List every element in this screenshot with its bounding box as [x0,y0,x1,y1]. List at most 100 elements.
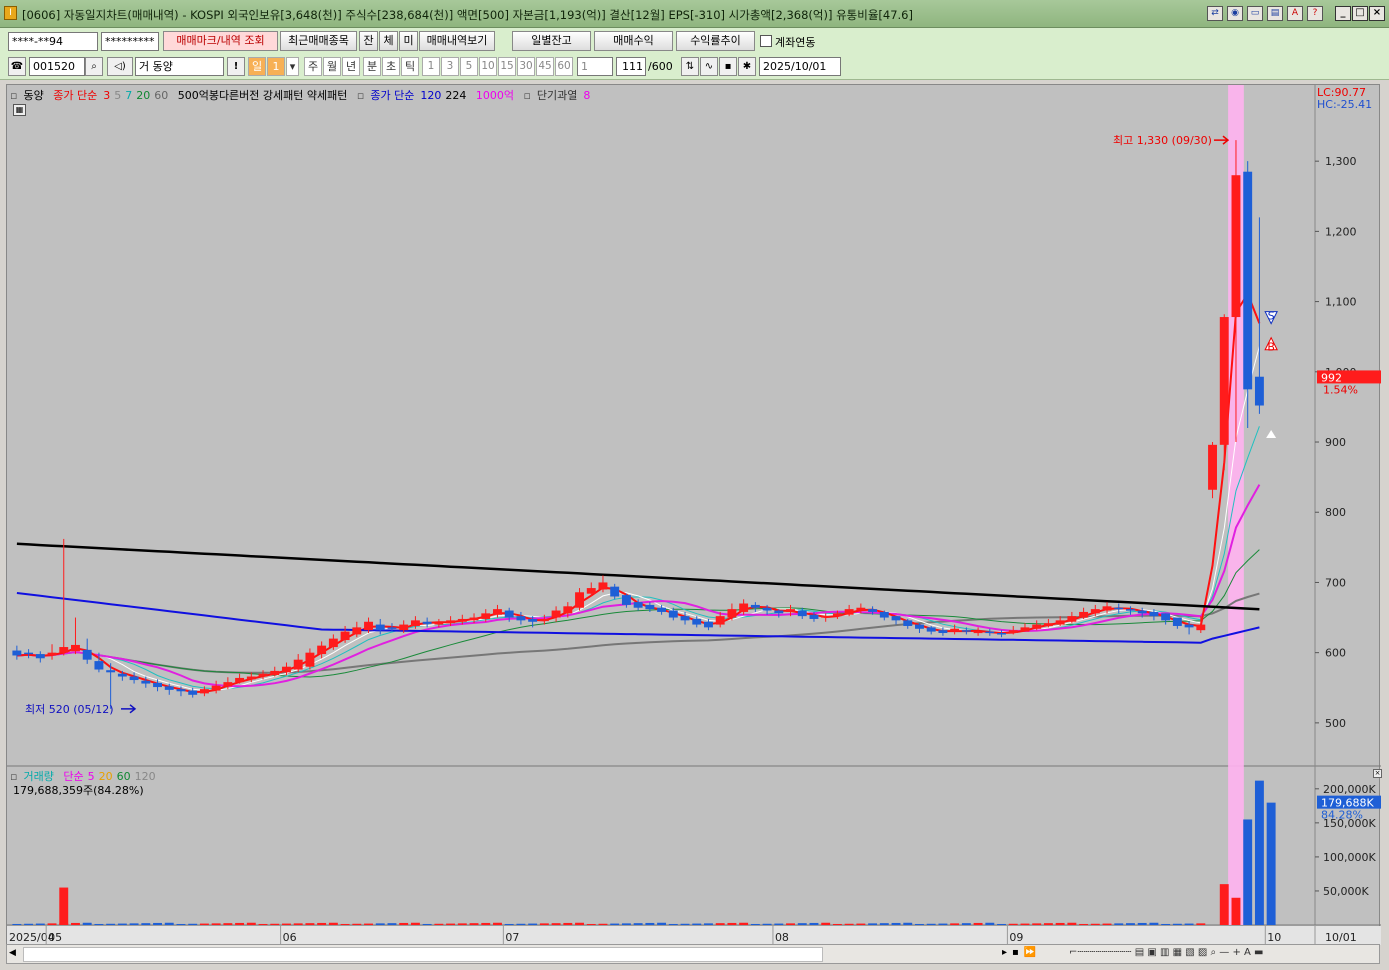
phone-icon[interactable]: ☎ [8,57,26,76]
volume-bar [950,923,960,925]
interval-1[interactable]: 1 [422,57,440,76]
alert-icon[interactable]: ! [227,57,245,76]
bottom-scrollbar[interactable]: ◀ ▸▪⏩ ⌐┄┄┄┄┄┄┄┄┄ ▤ ▣ ▥ ▦ ▧ ▨ ⌕ — + A ▬ [6,944,1380,964]
legend-pattern: 500억봉다른버전 강세패턴 약세패턴 [177,89,348,102]
period-week[interactable]: 주 [304,57,322,76]
candle-body [1149,611,1159,617]
candle-body [504,610,514,618]
volume-bar [516,923,526,925]
period-year[interactable]: 년 [342,57,360,76]
zoom-tools[interactable]: ⌐┄┄┄┄┄┄┄┄┄ ▤ ▣ ▥ ▦ ▧ ▨ ⌕ — + A ▬ [1069,947,1264,958]
candle-body [188,690,198,695]
help-icon[interactable]: ? [1307,6,1323,21]
interval-select[interactable]: 1 [577,57,613,76]
interval-3[interactable]: 3 [441,57,459,76]
ma10-line [16,484,1261,688]
speaker-icon[interactable]: ◁) [107,57,133,76]
link-icon[interactable]: ⇄ [1207,6,1223,21]
period-minute[interactable]: 분 [363,57,381,76]
stock-name-field[interactable]: 거 동양 [135,57,224,76]
candle-body [715,616,725,625]
candle-body [879,611,889,618]
chart-area[interactable]: 1,3001,2001,1001,000900800700600500200,0… [6,84,1382,945]
account-link-checkbox[interactable] [760,35,772,47]
count-input[interactable]: 111 [616,57,646,76]
candle-body [1102,606,1112,611]
period-day[interactable]: 일 [248,57,266,76]
period-day-n[interactable]: 1 [267,57,285,76]
xtick-label: 10/01 [1325,931,1357,944]
recent-trades-button[interactable]: 최근매매종목 [280,31,357,51]
volume-bar [832,923,842,925]
candle-body [539,618,549,622]
date-input[interactable]: 2025/10/01 [759,57,841,76]
che-button[interactable]: 체 [379,31,398,51]
return-trend-button[interactable]: 수익률추이 [676,31,755,51]
candle-body [1161,613,1171,621]
volume-bar [657,922,667,925]
period-tick[interactable]: 틱 [401,57,419,76]
volume-bar [1184,923,1194,925]
toolbar-account: ****-**94 ********* 매매마크/내역 조회 최근매매종목 잔 … [0,28,1389,54]
toolbar-symbol: ☎ 001520 ⌕ ◁) 거 동양 ! 일 1 ▾ 주 월 년 분 초 틱 1… [0,54,1389,80]
chevron-down-icon[interactable]: ▾ [286,57,299,76]
mi-button[interactable]: 미 [399,31,418,51]
candle-body [891,616,901,621]
interval-15[interactable]: 15 [498,57,516,76]
candle-body [832,613,842,617]
interval-60[interactable]: 60 [555,57,573,76]
trade-marks-button[interactable]: 매매마크/내역 조회 [163,31,278,51]
volume-bar [645,922,655,925]
close-icon[interactable]: × [1369,6,1385,21]
volume-bar [457,923,467,925]
interval-10[interactable]: 10 [479,57,497,76]
candle-body [1032,624,1042,629]
candle-body [762,607,772,611]
panel-close-icon[interactable]: × [1373,769,1382,778]
font-icon[interactable]: A [1287,6,1303,21]
volume-bar [1114,923,1124,925]
volume-bar [879,923,889,925]
scroll-thumb[interactable] [23,947,823,962]
volume-bar [809,922,819,925]
daily-balance-button[interactable]: 일별잔고 [512,31,591,51]
chart-line-icon[interactable]: ∿ [700,57,718,76]
maximize-icon[interactable]: □ [1352,6,1368,21]
volume-bar [387,923,397,925]
playback-controls[interactable]: ▸▪⏩ [1002,947,1041,958]
save-icon[interactable]: ▪ [719,57,737,76]
trade-profit-button[interactable]: 매매수익 [594,31,673,51]
chart-tool-icon[interactable]: ⇅ [681,57,699,76]
password-field[interactable]: ********* [101,32,159,51]
scroll-left-icon[interactable]: ◀ [9,948,16,958]
search-icon[interactable]: ⌕ [85,57,103,76]
code-input[interactable]: 001520 [29,57,85,76]
interval-30[interactable]: 30 [517,57,535,76]
account-select[interactable]: ****-**94 [8,32,98,51]
monitor-icon[interactable]: ▭ [1247,6,1263,21]
candle-body [1219,317,1229,445]
interval-5[interactable]: 5 [460,57,478,76]
candle-body [387,627,397,629]
period-month[interactable]: 월 [323,57,341,76]
grid-icon[interactable]: ▦ [13,104,26,116]
settings-icon[interactable]: ✱ [738,57,756,76]
interval-45[interactable]: 45 [536,57,554,76]
list-icon[interactable]: ▤ [1267,6,1283,21]
volume-bar [153,922,162,925]
candle-body [481,613,491,619]
jan-button[interactable]: 잔 [359,31,378,51]
stock-name: 동양 [152,60,173,73]
minimize-icon[interactable]: _ [1335,6,1351,21]
candle-body [610,586,620,597]
buy-marker: B [1267,341,1275,354]
period-second[interactable]: 초 [382,57,400,76]
sync-icon[interactable]: ◉ [1227,6,1243,21]
candle-body [129,676,139,681]
volume-bar [786,923,795,925]
trade-history-button[interactable]: 매매내역보기 [419,31,495,51]
ytick-label: 1,300 [1325,155,1357,168]
count-total: /600 [648,60,673,73]
volume-bar [715,923,725,925]
candle-body [821,616,831,618]
